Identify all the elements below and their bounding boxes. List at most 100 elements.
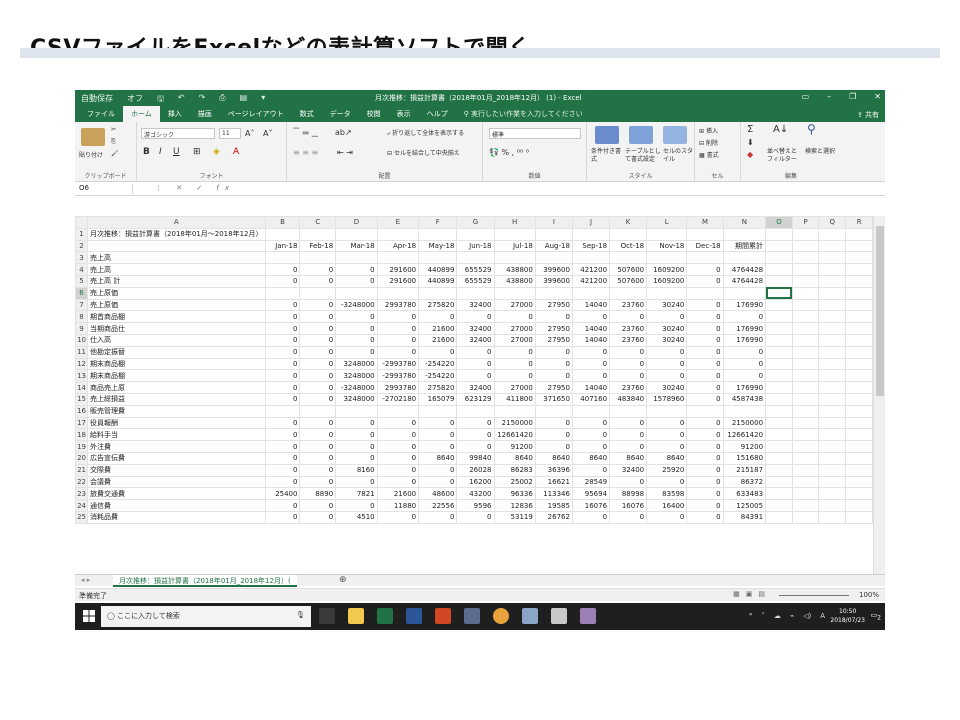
tab-page-layout[interactable]: ページレイアウト: [220, 106, 292, 122]
cell[interactable]: [299, 286, 337, 300]
shrink-font-icon[interactable]: A˅: [263, 129, 272, 138]
row-header[interactable]: 15: [75, 392, 89, 406]
cell[interactable]: 通信費: [87, 499, 266, 512]
cell[interactable]: 14040: [571, 322, 611, 335]
cell[interactable]: 27950: [534, 333, 573, 347]
cell[interactable]: [845, 416, 873, 430]
cell[interactable]: 14040: [571, 298, 611, 312]
row-header[interactable]: 12: [75, 357, 89, 371]
cell[interactable]: 0: [376, 475, 420, 489]
cell[interactable]: 113346: [534, 487, 573, 501]
cell[interactable]: 0: [299, 499, 337, 512]
conditional-formatting-icon[interactable]: [595, 126, 619, 144]
cut-icon[interactable]: ✂: [111, 126, 116, 133]
cell[interactable]: 交際費: [87, 463, 266, 477]
cell[interactable]: [686, 227, 724, 241]
format-as-table-icon[interactable]: [629, 126, 653, 144]
cell[interactable]: 32400: [456, 298, 495, 312]
form-icon[interactable]: ▤: [240, 93, 248, 107]
cell[interactable]: 0: [299, 274, 337, 288]
cell[interactable]: 売上原価: [87, 298, 266, 312]
cell[interactable]: 32400: [609, 463, 648, 477]
cell[interactable]: 25400: [264, 487, 301, 501]
cell[interactable]: [264, 251, 301, 265]
cell[interactable]: 27000: [493, 381, 536, 394]
cell[interactable]: 0: [493, 310, 536, 324]
cell[interactable]: 21600: [418, 333, 458, 347]
app-icon-2[interactable]: [522, 608, 538, 624]
cell[interactable]: 0: [456, 345, 495, 359]
row-header[interactable]: 20: [75, 451, 89, 465]
conditional-formatting-button[interactable]: 条件付き書式: [591, 148, 625, 164]
chrome-app-icon[interactable]: [493, 608, 509, 624]
cell[interactable]: 91200: [493, 440, 536, 453]
cell[interactable]: 0: [418, 310, 458, 324]
cell[interactable]: 0: [609, 416, 648, 430]
zoom-slider[interactable]: [779, 595, 849, 596]
cell[interactable]: 8640: [493, 451, 536, 465]
cell[interactable]: [534, 404, 573, 418]
cell[interactable]: 0: [456, 510, 495, 524]
cell[interactable]: Jul-18: [493, 239, 536, 253]
merge-center-button[interactable]: ⊟ セルを結合して中央揃え: [387, 148, 460, 157]
cell[interactable]: 421200: [571, 274, 611, 288]
cell[interactable]: 176990: [722, 298, 767, 312]
cell[interactable]: 95694: [571, 487, 611, 501]
cell[interactable]: 0: [686, 510, 724, 524]
cell[interactable]: [376, 286, 420, 300]
align-left-icon[interactable]: ≡ ≡ ≡: [293, 148, 318, 157]
tell-me-input[interactable]: ⚲ 実行したい作業を入力してください: [456, 106, 591, 122]
cell[interactable]: [571, 251, 611, 265]
cell-styles-button[interactable]: セルのスタイル: [663, 148, 693, 164]
cell[interactable]: [765, 475, 793, 489]
cell[interactable]: 0: [264, 357, 301, 371]
column-header-j[interactable]: J: [571, 216, 611, 229]
row-header[interactable]: 17: [75, 416, 89, 430]
clear-icon[interactable]: ◆: [747, 150, 753, 159]
column-header-c[interactable]: C: [299, 216, 337, 229]
ime-indicator[interactable]: A: [820, 612, 825, 620]
cell[interactable]: 8640: [646, 451, 688, 465]
cell[interactable]: [791, 333, 820, 347]
cell[interactable]: 483840: [609, 392, 648, 406]
cell[interactable]: [845, 451, 873, 465]
row-header[interactable]: 4: [75, 263, 89, 276]
cell[interactable]: 507600: [609, 263, 648, 276]
row-header[interactable]: 24: [75, 499, 89, 512]
cell[interactable]: 26028: [456, 463, 495, 477]
cell[interactable]: [335, 286, 378, 300]
ribbon-display-icon[interactable]: ▭: [802, 92, 810, 101]
cell[interactable]: 30240: [646, 333, 688, 347]
cell[interactable]: [818, 274, 847, 288]
cell[interactable]: 0: [493, 369, 536, 383]
cell[interactable]: 0: [299, 345, 337, 359]
row-header[interactable]: 7: [75, 298, 89, 312]
cell[interactable]: [791, 227, 820, 241]
cell[interactable]: 0: [335, 416, 378, 430]
cell[interactable]: 期末商品棚: [87, 369, 266, 383]
cell[interactable]: 0: [571, 463, 611, 477]
cell[interactable]: 0: [646, 428, 688, 442]
cell[interactable]: [791, 499, 820, 512]
cell[interactable]: 0: [686, 345, 724, 359]
add-sheet-button[interactable]: ⊕: [339, 575, 347, 585]
task-view-icon[interactable]: [319, 608, 335, 624]
vertical-scrollbar[interactable]: [873, 216, 885, 584]
autosave-label[interactable]: 自動保存: [81, 93, 113, 107]
cell[interactable]: 0: [335, 440, 378, 453]
cell[interactable]: 0: [534, 440, 573, 453]
underline-icon[interactable]: U: [173, 147, 180, 157]
cell[interactable]: 440899: [418, 274, 458, 288]
cell[interactable]: [376, 404, 420, 418]
cell[interactable]: [845, 322, 873, 335]
cell[interactable]: 48600: [418, 487, 458, 501]
cell[interactable]: 0: [646, 369, 688, 383]
cell[interactable]: [646, 251, 688, 265]
cell[interactable]: [791, 392, 820, 406]
cell[interactable]: 0: [571, 310, 611, 324]
cell[interactable]: 0: [299, 428, 337, 442]
cell[interactable]: 0: [534, 310, 573, 324]
cell[interactable]: [818, 369, 847, 383]
row-header[interactable]: 22: [75, 475, 89, 489]
cell[interactable]: 0: [609, 475, 648, 489]
